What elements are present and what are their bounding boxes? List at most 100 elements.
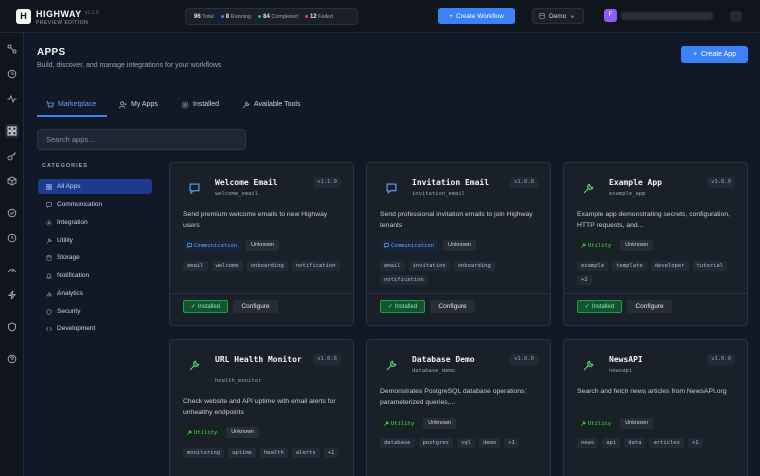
category-development[interactable]: Development [38,321,152,336]
tag: demo [478,438,501,448]
category-notification[interactable]: Notification [38,268,152,283]
category-all-apps[interactable]: All Apps [38,179,152,194]
tag-list: example template developer tutorial +2 [577,261,735,285]
create-workflow-label: Create Workflow [455,12,504,20]
check-circle-icon[interactable] [5,206,19,220]
configure-button[interactable]: Configure [430,300,475,313]
search-input[interactable] [37,129,246,150]
category-badge: Communication [380,240,439,251]
chat-icon [46,201,52,208]
tag-more[interactable]: +1 [687,438,703,448]
configure-button[interactable]: Configure [627,300,672,313]
tag-list: monitoring uptime health alerts +1 [183,448,341,458]
tag-more[interactable]: +1 [504,438,519,448]
app-title: Database Demo [412,355,475,364]
category-label: Security [57,308,81,315]
category-communication[interactable]: Communication [38,197,152,212]
completed-dot-icon [258,14,262,18]
version-badge: v1.0.0 [707,177,735,188]
package-icon[interactable] [5,174,19,188]
user-menu-button[interactable] [730,11,742,22]
app-badges: Communication Unknown [183,240,279,251]
version-badge: v1.0.0 [510,354,538,365]
app-card-url-health-monitor[interactable]: URL Health Monitor health_monitor v1.0.6… [169,339,354,476]
history-icon[interactable] [5,67,19,81]
apps-icon[interactable] [5,124,19,138]
configure-button[interactable]: Configure [233,300,278,313]
shield-icon[interactable] [5,320,19,334]
tag: health [260,448,288,458]
tab-marketplace[interactable]: Marketplace [46,98,96,116]
app-card-invitation-email[interactable]: Invitation Email invitation_email v1.0.0… [366,162,551,326]
tab-available-tools[interactable]: Available Tools [242,98,300,116]
clock-icon[interactable] [5,231,19,245]
chat-icon [184,178,204,198]
category-label: Utility [57,237,73,244]
category-badge: Utility [183,427,222,438]
check-icon: ✓ [584,304,590,310]
tag: alerts [291,448,320,458]
tag-more[interactable]: +1 [323,448,339,458]
category-integration[interactable]: Integration [38,215,152,230]
avatar[interactable]: F [604,9,617,22]
app-slug: database_demo [412,368,456,374]
tag: email [183,261,208,271]
chat-icon [384,243,389,248]
stat-total: 96 Total [194,13,214,20]
create-workflow-button[interactable]: + Create Workflow [438,8,515,24]
app-card-newsapi[interactable]: NewsAPI newsapi v1.0.0 Search and fetch … [563,339,748,476]
user-name-redacted[interactable] [621,12,713,20]
app-description: Demonstrates PostgreSQL database operati… [380,388,527,406]
app-title: URL Health Monitor [215,355,302,364]
tab-installed[interactable]: Installed [181,98,219,116]
app-slug: welcome_email [215,191,259,197]
tab-my-apps[interactable]: My Apps [119,98,158,116]
category-label: Integration [57,219,88,226]
app-card-database-demo[interactable]: Database Demo database_demo v1.0.0 Demon… [366,339,551,476]
key-icon[interactable] [5,149,19,163]
create-app-button[interactable]: + Create App [681,46,748,63]
wrench-icon [242,101,250,109]
tag: email [380,261,405,271]
wrench-icon [384,421,389,426]
version-badge: v1.1.0 [313,177,341,188]
stat-running: 8 Running [220,14,251,20]
version-badge: v1.0.6 [313,354,341,365]
tag: example [577,261,609,271]
running-dot-icon [220,14,224,18]
app-card-welcome-email[interactable]: Welcome Email welcome_email v1.1.0 Send … [169,162,354,326]
workspace-select[interactable]: Demo [532,8,584,24]
wrench-icon [578,178,598,198]
category-utility[interactable]: Utility [38,233,152,248]
category-badge: Utility [577,240,616,251]
tag-list: database postgres sql demo +1 [380,438,538,448]
installed-button[interactable]: ✓ Installed [577,300,622,313]
brand-name: HIGHWAY [36,9,82,19]
tag: news [577,438,599,448]
tag: onboarding [453,261,495,271]
category-security[interactable]: Security [38,304,152,319]
help-icon[interactable] [5,352,19,366]
bell-icon [46,273,52,279]
wrench-icon [578,355,598,375]
installed-button[interactable]: ✓ Installed [183,300,228,313]
tag-more[interactable]: +2 [577,275,592,285]
create-app-label: Create App [701,51,737,58]
app-card-example-app[interactable]: Example App example_app v1.0.0 Example a… [563,162,748,326]
category-storage[interactable]: Storage [38,250,152,265]
lightning-icon[interactable] [5,288,19,302]
workspace-label: Demo [549,12,567,20]
gauge-icon[interactable] [5,263,19,277]
gear-icon [181,101,189,109]
app-description: Send premium welcome emails to new Highw… [183,211,328,229]
workflows-icon[interactable] [5,42,19,56]
category-label: Communication [57,201,103,208]
stat-completed: 84 Completed [258,14,298,20]
page-title: APPS [37,47,66,58]
version-badge: v1.0.0 [510,177,538,188]
activity-icon[interactable] [5,92,19,106]
installed-button[interactable]: ✓ Installed [380,300,425,313]
logo[interactable]: H [16,9,31,24]
category-badge: Utility [577,418,616,429]
category-analytics[interactable]: Analytics [38,286,152,301]
